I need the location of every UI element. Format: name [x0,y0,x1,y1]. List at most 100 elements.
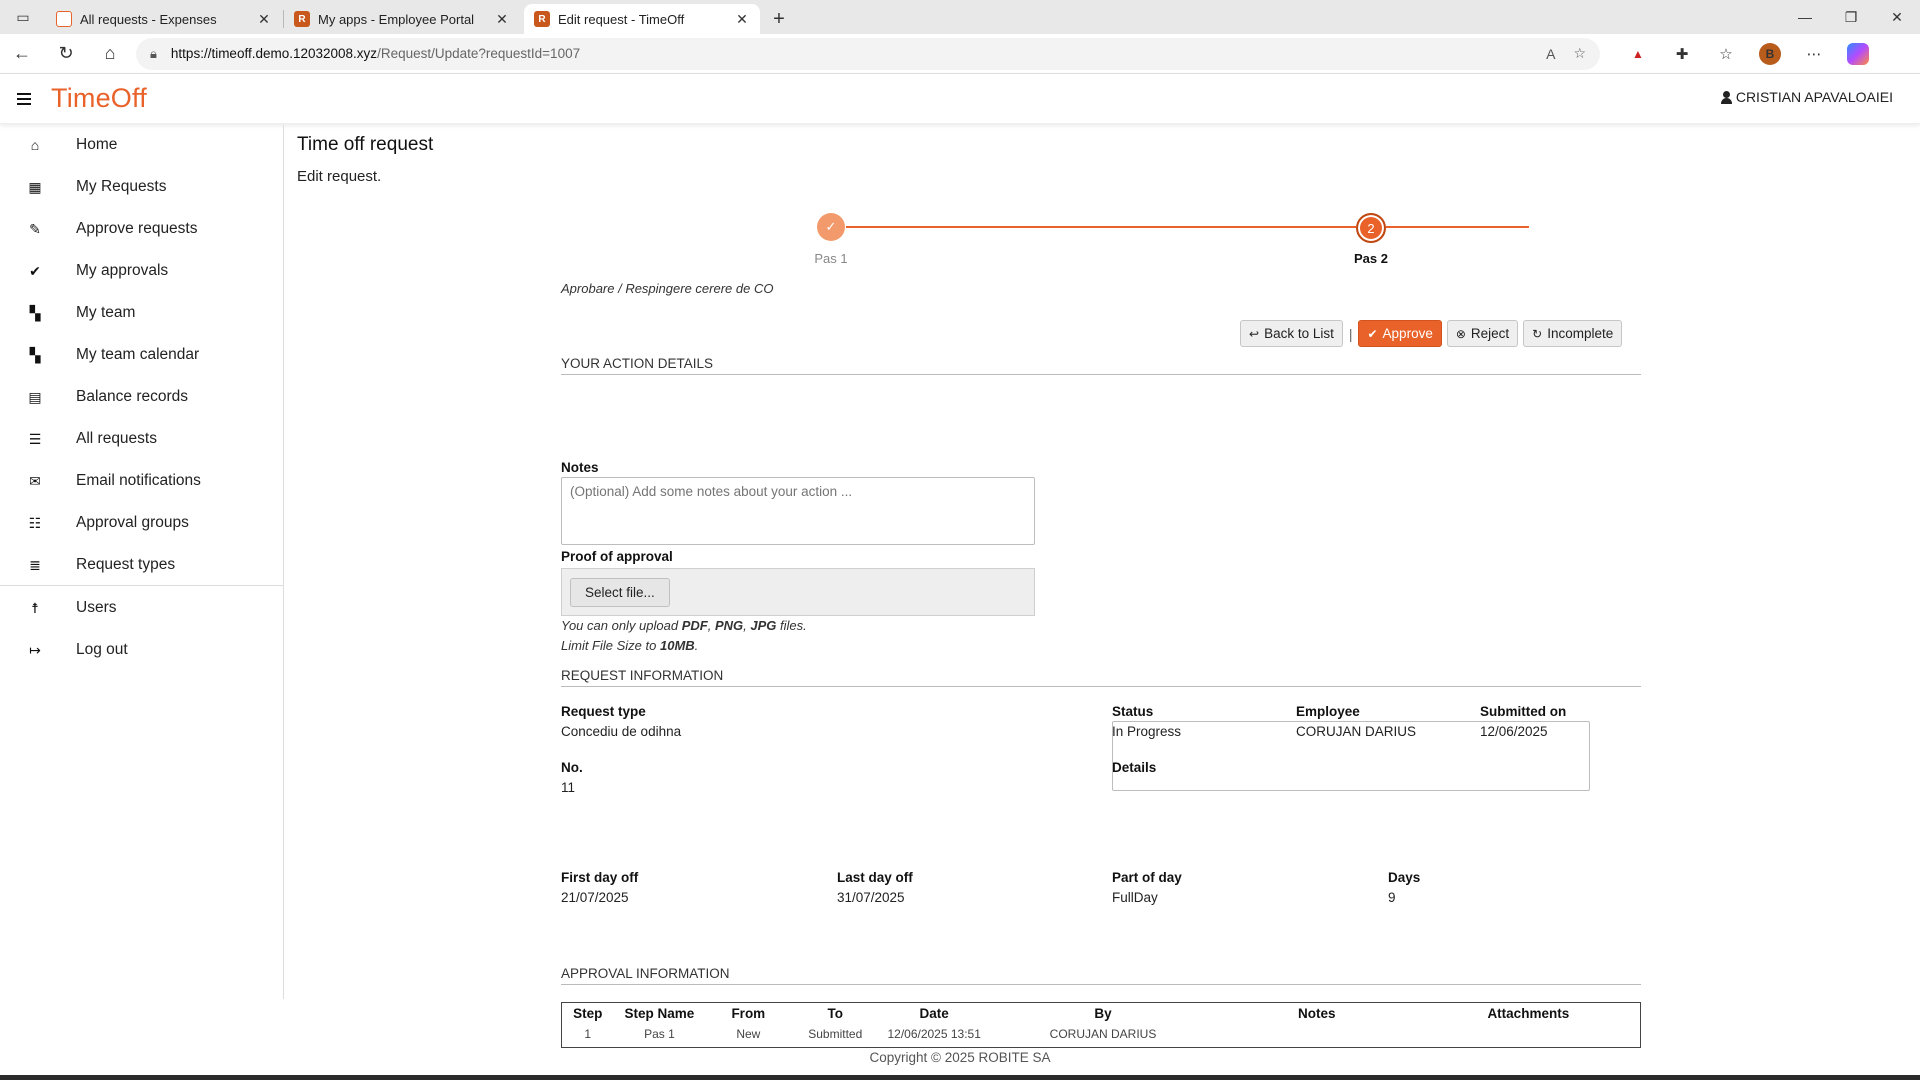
browser-tab-timeoff[interactable]: R Edit request - TimeOff ✕ [524,4,760,34]
step-2-marker[interactable]: 2 [1356,213,1386,243]
stepper-line [846,226,1356,228]
close-tab-icon[interactable]: ✕ [256,11,272,28]
hint-text: files. [776,618,807,633]
favorites-icon[interactable]: ☆ [1704,38,1748,70]
details-box [1112,721,1590,791]
close-tab-icon[interactable]: ✕ [494,11,510,28]
last-day-off-value: 31/07/2025 [837,890,905,905]
hamburger-menu-icon[interactable] [17,92,31,105]
address-bar[interactable]: 🔒︎ https://timeoff.demo.12032008.xyz/Req… [136,37,1600,70]
sidebar: ⌂ Home ▦ My Requests ✎ Approve requests … [0,125,284,999]
browser-tab-employee-portal[interactable]: R My apps - Employee Portal ✕ [284,4,520,34]
step-2-label: Pas 2 [1354,251,1388,266]
check-icon: ✔ [1367,326,1378,341]
restore-icon[interactable]: ❐ [1828,0,1874,34]
sidebar-item-my-requests[interactable]: ▦ My Requests [0,167,284,207]
stepper-line-tail [1386,226,1529,228]
last-day-off-label: Last day off [837,870,913,885]
close-tab-icon[interactable]: ✕ [734,11,750,28]
app-root: TimeOff CRISTIAN APAVALOAIEI ⌂ Home ▦ My… [0,74,1920,1080]
expenses-favicon-icon [56,11,72,27]
profile-avatar-icon[interactable]: B [1748,38,1792,70]
cell-attachments [1417,1023,1641,1048]
pencil-icon: ✎ [29,220,41,237]
incomplete-label: Incomplete [1547,326,1614,341]
person-icon: ☨ [31,599,39,616]
tab-title: My apps - Employee Portal [318,11,475,27]
sidebar-item-label: Email notifications [76,472,201,489]
part-of-day-label: Part of day [1112,870,1182,885]
reload-icon[interactable]: ↻ [44,34,88,74]
limit-text: . [694,638,699,653]
url-text[interactable]: https://timeoff.demo.12032008.xyz/Reques… [171,46,1528,61]
back-to-list-label: Back to List [1264,326,1334,341]
sidebar-item-approval-groups[interactable]: ☷ Approval groups [0,503,284,543]
app-brand[interactable]: TimeOff [51,83,147,114]
logout-icon: ↦ [29,641,41,658]
part-of-day-value: FullDay [1112,890,1158,905]
favorite-star-icon[interactable]: ☆ [1573,45,1586,62]
sidebar-item-all-requests[interactable]: ☰ All requests [0,419,284,459]
select-file-button[interactable]: Select file... [570,578,670,607]
col-attachments: Attachments [1487,1006,1570,1021]
copilot-icon[interactable] [1836,38,1880,70]
col-step-name: Step Name [624,1006,695,1021]
notes-label: Notes [561,460,599,475]
file-upload-zone[interactable]: Select file... [561,568,1035,616]
user-menu[interactable]: CRISTIAN APAVALOAIEI [1720,89,1893,105]
redo-icon: ↻ [1532,326,1543,341]
sidebar-item-label: Log out [76,641,128,658]
number-value: 11 [561,780,576,795]
sidebar-item-request-types[interactable]: ≣ Request types [0,545,284,585]
page-title: Time off request [297,134,434,155]
sidebar-item-label: Approval groups [76,514,189,531]
step-1-check-icon[interactable]: ✓ [817,213,845,241]
sidebar-item-email-notifications[interactable]: ✉ Email notifications [0,461,284,501]
back-icon[interactable]: ← [0,34,44,74]
col-notes: Notes [1298,1006,1336,1021]
list-check-icon: ☷ [28,514,42,531]
browser-tab-bar: ▭ All requests - Expenses ✕ R My apps - … [0,0,1920,34]
cell-step-name: Pas 1 [644,1027,675,1041]
incomplete-button[interactable]: ↻ Incomplete [1523,320,1623,347]
sidebar-item-home[interactable]: ⌂ Home [0,125,284,165]
site-info-icon[interactable]: 🔒︎ [150,46,157,62]
extension-red-icon[interactable]: ▲ [1616,38,1660,70]
action-separator: | [1348,325,1353,342]
sidebar-item-my-team-calendar[interactable]: ▚ My team calendar [0,335,284,375]
tab-actions-icon[interactable]: ▭ [0,0,46,34]
notes-input[interactable] [561,477,1035,545]
cell-to: Submitted [808,1027,863,1041]
back-to-list-button[interactable]: ↩ Back to List [1240,320,1343,347]
calendar-balance-icon: ▤ [28,388,42,405]
number-label: No. [561,760,583,775]
minimize-icon[interactable]: — [1782,0,1828,34]
days-label: Days [1388,870,1421,885]
browser-tab-expenses[interactable]: All requests - Expenses ✕ [46,4,282,34]
table-row: 1 Pas 1 New Submitted 12/06/2025 13:51 C… [562,1023,1641,1048]
submitted-on-label: Submitted on [1480,704,1567,719]
sidebar-item-my-team[interactable]: ▚ My team [0,293,284,333]
more-menu-icon[interactable]: ⋯ [1792,38,1836,70]
cell-from: New [736,1027,761,1041]
approve-button[interactable]: ✔ Approve [1358,320,1442,347]
sidebar-item-approve-requests[interactable]: ✎ Approve requests [0,209,284,249]
new-tab-icon[interactable]: + [764,4,794,34]
step-1-label: Pas 1 [814,251,848,266]
sidebar-item-my-approvals[interactable]: ✔ My approvals [0,251,284,291]
grid-icon: ▚ [29,304,41,321]
proof-label: Proof of approval [561,549,673,564]
upload-hint: You can only upload PDF, PNG, JPG files. [561,618,807,633]
read-aloud-icon[interactable]: A [1546,46,1555,62]
window-close-icon[interactable]: ✕ [1874,0,1920,34]
sidebar-item-label: Balance records [76,388,189,405]
url-host: https://timeoff.demo.12032008.xyz [170,46,378,61]
sidebar-item-log-out[interactable]: ↦ Log out [0,630,284,670]
col-to: To [827,1006,844,1021]
home-browser-icon[interactable]: ⌂ [88,34,132,74]
sidebar-item-balance-records[interactable]: ▤ Balance records [0,377,284,417]
sidebar-item-users[interactable]: ☨ Users [0,588,284,628]
section-action-details: YOUR ACTION DETAILS [561,356,1641,375]
reject-button[interactable]: ⊗ Reject [1446,320,1519,347]
extensions-puzzle-icon[interactable]: ✚ [1660,38,1704,70]
